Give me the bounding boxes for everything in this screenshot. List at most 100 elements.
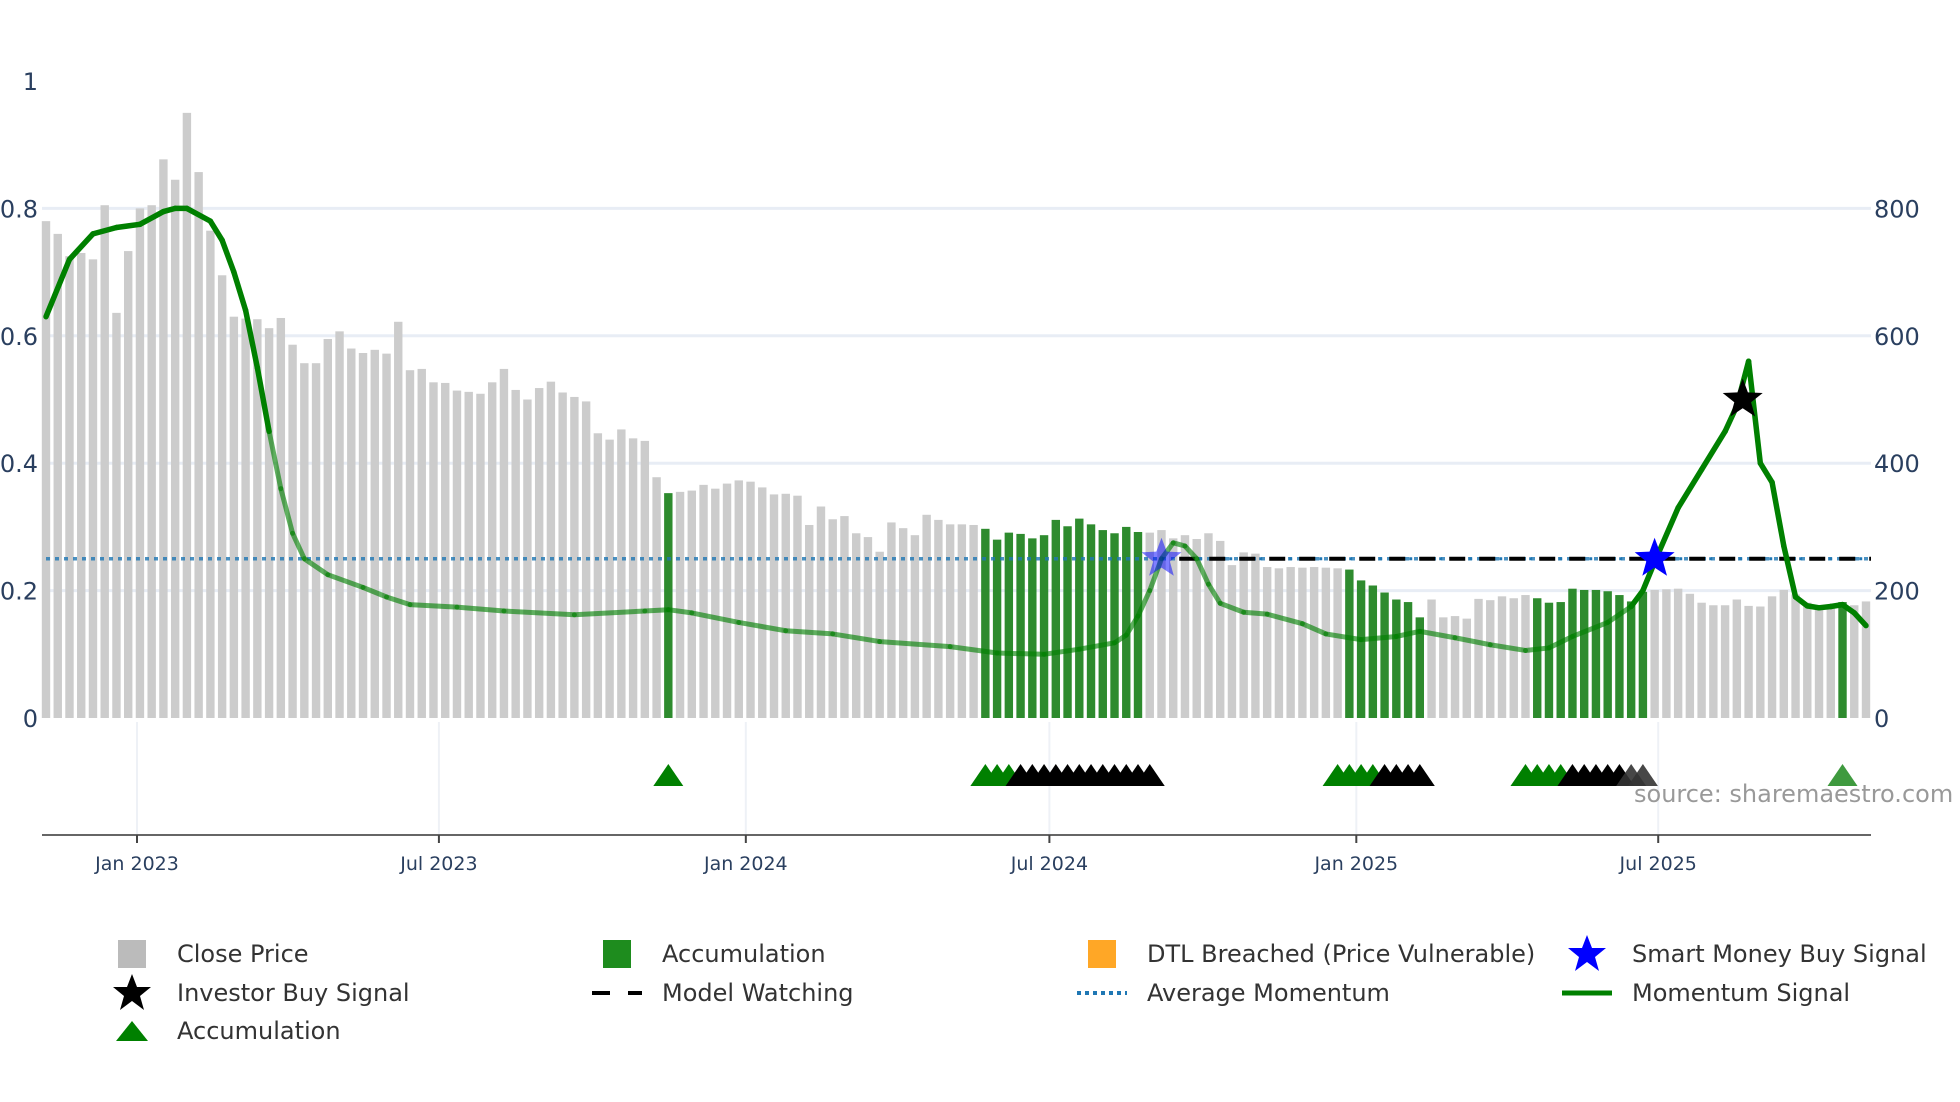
close-price-bar [1673,588,1683,718]
legend-average-momentum[interactable]: Average Momentum [1077,976,1390,1010]
legend-momentum-signal[interactable]: Momentum Signal [1562,976,1851,1010]
close-price-bar [464,391,473,718]
close-price-bar [605,439,614,718]
close-price-bar [1650,589,1659,718]
close-price-bar [1227,565,1237,718]
close-price-bar [1767,596,1777,718]
close-price-bar [863,537,873,718]
legend-investor-buy[interactable]: Investor Buy Signal [113,974,410,1010]
close-price-bar [1274,568,1284,718]
close-price-bar [1826,604,1835,718]
close-price-bar [652,477,661,718]
y-right-tick-label: 800 [1874,195,1920,223]
close-price-bar [123,251,133,719]
close-price-bar [534,388,544,718]
legend-accumulation-bar[interactable]: Accumulation [603,937,826,971]
y-right-tick-label: 0 [1874,705,1889,733]
accumulation-bar [1122,526,1131,718]
close-price-bar [1427,599,1436,718]
close-price-bar [452,390,462,718]
momentum-signal-segment [994,650,1047,657]
close-price-bar [1450,616,1460,718]
legend-smart-money[interactable]: Smart Money Buy Signal [1568,935,1927,971]
close-price-bar [922,514,931,718]
accumulation-bar [1086,524,1096,718]
legend-label: Average Momentum [1147,979,1390,1007]
axes: Jan 2023 Jul 2023 Jan 2024 Jul 2024 Jan 2025… [0,68,1920,875]
close-price-bar [1204,533,1213,718]
close-price-bar [1286,567,1295,718]
accumulation-bar [1345,569,1354,718]
close-price-bar [182,112,192,719]
close-price-bar [112,312,121,718]
x-tick-label: Jul 2025 [1619,853,1697,875]
momentum-signal-segment [783,628,836,637]
close-price-bar [1685,593,1695,718]
accumulation-bar [1392,599,1401,718]
momentum-signal-segment [1041,646,1082,657]
momentum-signal-segment [231,269,249,314]
y-left-tick-label: 0.4 [0,450,38,478]
momentum-signal-segment [1769,479,1787,549]
close-price-bar [276,317,286,718]
accumulation-bar [1110,533,1119,718]
legend-label: DTL Breached (Price Vulnerable) [1147,940,1536,968]
close-price-bar [734,480,743,718]
close-price-bar [499,368,509,718]
gray-square-icon [107,937,157,971]
close-price-bar [1333,568,1342,718]
close-price-bar [358,352,368,718]
accumulation-bar [1380,592,1389,718]
y-left-tick-label: 0.8 [0,195,38,223]
momentum-signal-segment [1264,611,1305,627]
close-price-bar [969,524,978,718]
momentum-signal-segment [1323,631,1364,643]
close-price-bar [628,438,638,718]
close-price-bar [159,159,168,718]
momentum-signal-segment [407,602,460,610]
momentum-signal-segment [113,221,143,231]
close-price-bar [217,275,227,718]
x-tick-label: Jul 2023 [399,853,477,875]
momentum-signal-segment [1487,642,1528,653]
y-right-tick-label: 200 [1874,578,1920,606]
accumulation-bar [664,493,673,718]
legend-model-watching[interactable]: Model Watching [592,976,854,1010]
accumulation-bar [1016,533,1025,718]
close-price-bar [1462,618,1471,718]
close-price-bar [1298,567,1307,718]
close-price-bar [945,524,955,718]
y-left-tick-label: 0 [23,705,38,733]
close-price-bar [828,519,837,718]
accumulation-bar [1051,519,1061,718]
close-price-bar [687,490,697,718]
close-price-bar [1850,605,1859,718]
momentum-signal-segment [1241,609,1270,617]
accumulation-bar [1603,591,1612,718]
close-price-bar [476,393,485,718]
legend-dtl-breached[interactable]: DTL Breached (Price Vulnerable) [1088,937,1536,971]
close-price-bar [875,551,884,718]
close-price-bar [1720,605,1730,718]
legend-label: Momentum Signal [1632,979,1851,1007]
close-price-bar [910,535,920,718]
close-price-bar [77,252,86,719]
accumulation-bar [1544,602,1554,718]
close-price-bar [41,221,51,718]
legend-accumulation-marker[interactable]: Accumulation [116,1014,341,1048]
close-price-bar [170,179,180,719]
close-price-bar [1239,552,1248,718]
accumulation-bar [1403,602,1413,718]
close-price-bar [1697,602,1706,718]
legend-close-price[interactable]: Close Price [118,937,309,971]
close-price-bar [206,230,215,718]
dash-line-icon [592,976,642,1010]
close-price-bar [1709,605,1718,718]
momentum-signal-segment [642,607,671,614]
x-tick-label: Jul 2024 [1010,853,1088,875]
y-right-tick-label: 400 [1874,450,1920,478]
close-price-bar [1321,567,1331,718]
momentum-signal-segment [1757,460,1775,486]
legend-label: Smart Money Buy Signal [1632,940,1927,968]
x-tick-label: Jan 2024 [703,853,788,875]
